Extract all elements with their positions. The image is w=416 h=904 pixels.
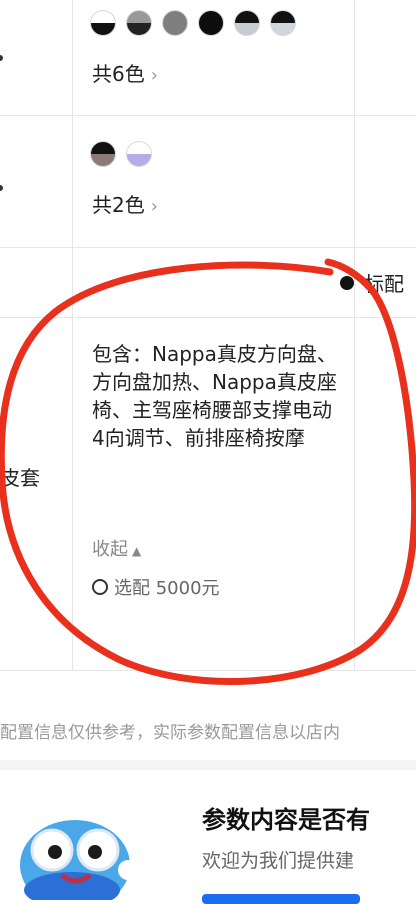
row-label: 皮套	[0, 466, 40, 490]
filled-dot-icon	[340, 275, 354, 290]
color-count-label: 共2色	[92, 193, 145, 217]
color-count-link[interactable]: 共2色 ›	[92, 189, 158, 218]
color-swatch-grey-black	[126, 10, 152, 36]
chevron-right-icon: ›	[150, 196, 158, 217]
collapse-label: 收起	[92, 539, 128, 560]
triangle-up-icon: ▲	[132, 544, 142, 558]
hollow-dot-icon	[92, 579, 108, 595]
color-swatch-black-grey	[234, 10, 260, 36]
package-detail: 包含：Nappa真皮方向盘、方向盘加热、Nappa真皮座椅、主驾座椅腰部支撑电动…	[92, 342, 337, 450]
optional-label: 选配 5000元	[114, 578, 220, 599]
color-count-link[interactable]: 共6色 ›	[92, 58, 158, 87]
color-count-label: 共6色	[92, 62, 145, 86]
row-marker	[0, 185, 3, 191]
color-swatch-black	[198, 10, 224, 36]
color-swatch-black-white	[90, 10, 116, 36]
collapse-button[interactable]: 收起 ▲	[92, 535, 141, 561]
standard-indicator: 标配	[340, 268, 404, 297]
color-swatch-black-silver	[270, 10, 296, 36]
standard-label: 标配	[364, 272, 404, 296]
row-marker	[0, 55, 3, 61]
disclaimer-text: 配置信息仅供参考，实际参数配置信息以店内	[0, 723, 340, 743]
color-row: 共6色 ›	[0, 0, 416, 116]
color-swatch-mid-grey	[162, 10, 188, 36]
feedback-title: 参数内容是否有	[202, 806, 370, 834]
color-row: 共2色 ›	[0, 115, 416, 248]
mascot-illustration	[20, 820, 138, 900]
color-swatches	[90, 141, 152, 167]
section-divider	[0, 760, 416, 770]
color-swatch-black-brown	[90, 141, 116, 167]
optional-price: 选配 5000元	[92, 574, 220, 600]
color-swatches	[90, 10, 296, 36]
config-table: 共6色 › 共2色 › 标配 皮套 包含：Nappa真皮方向盘、方向盘加热、Napp…	[0, 0, 416, 671]
color-swatch-white-lavender	[126, 141, 152, 167]
feedback-subtitle: 欢迎为我们提供建	[202, 850, 355, 872]
feedback-button[interactable]	[202, 894, 360, 904]
chevron-right-icon: ›	[150, 65, 158, 86]
